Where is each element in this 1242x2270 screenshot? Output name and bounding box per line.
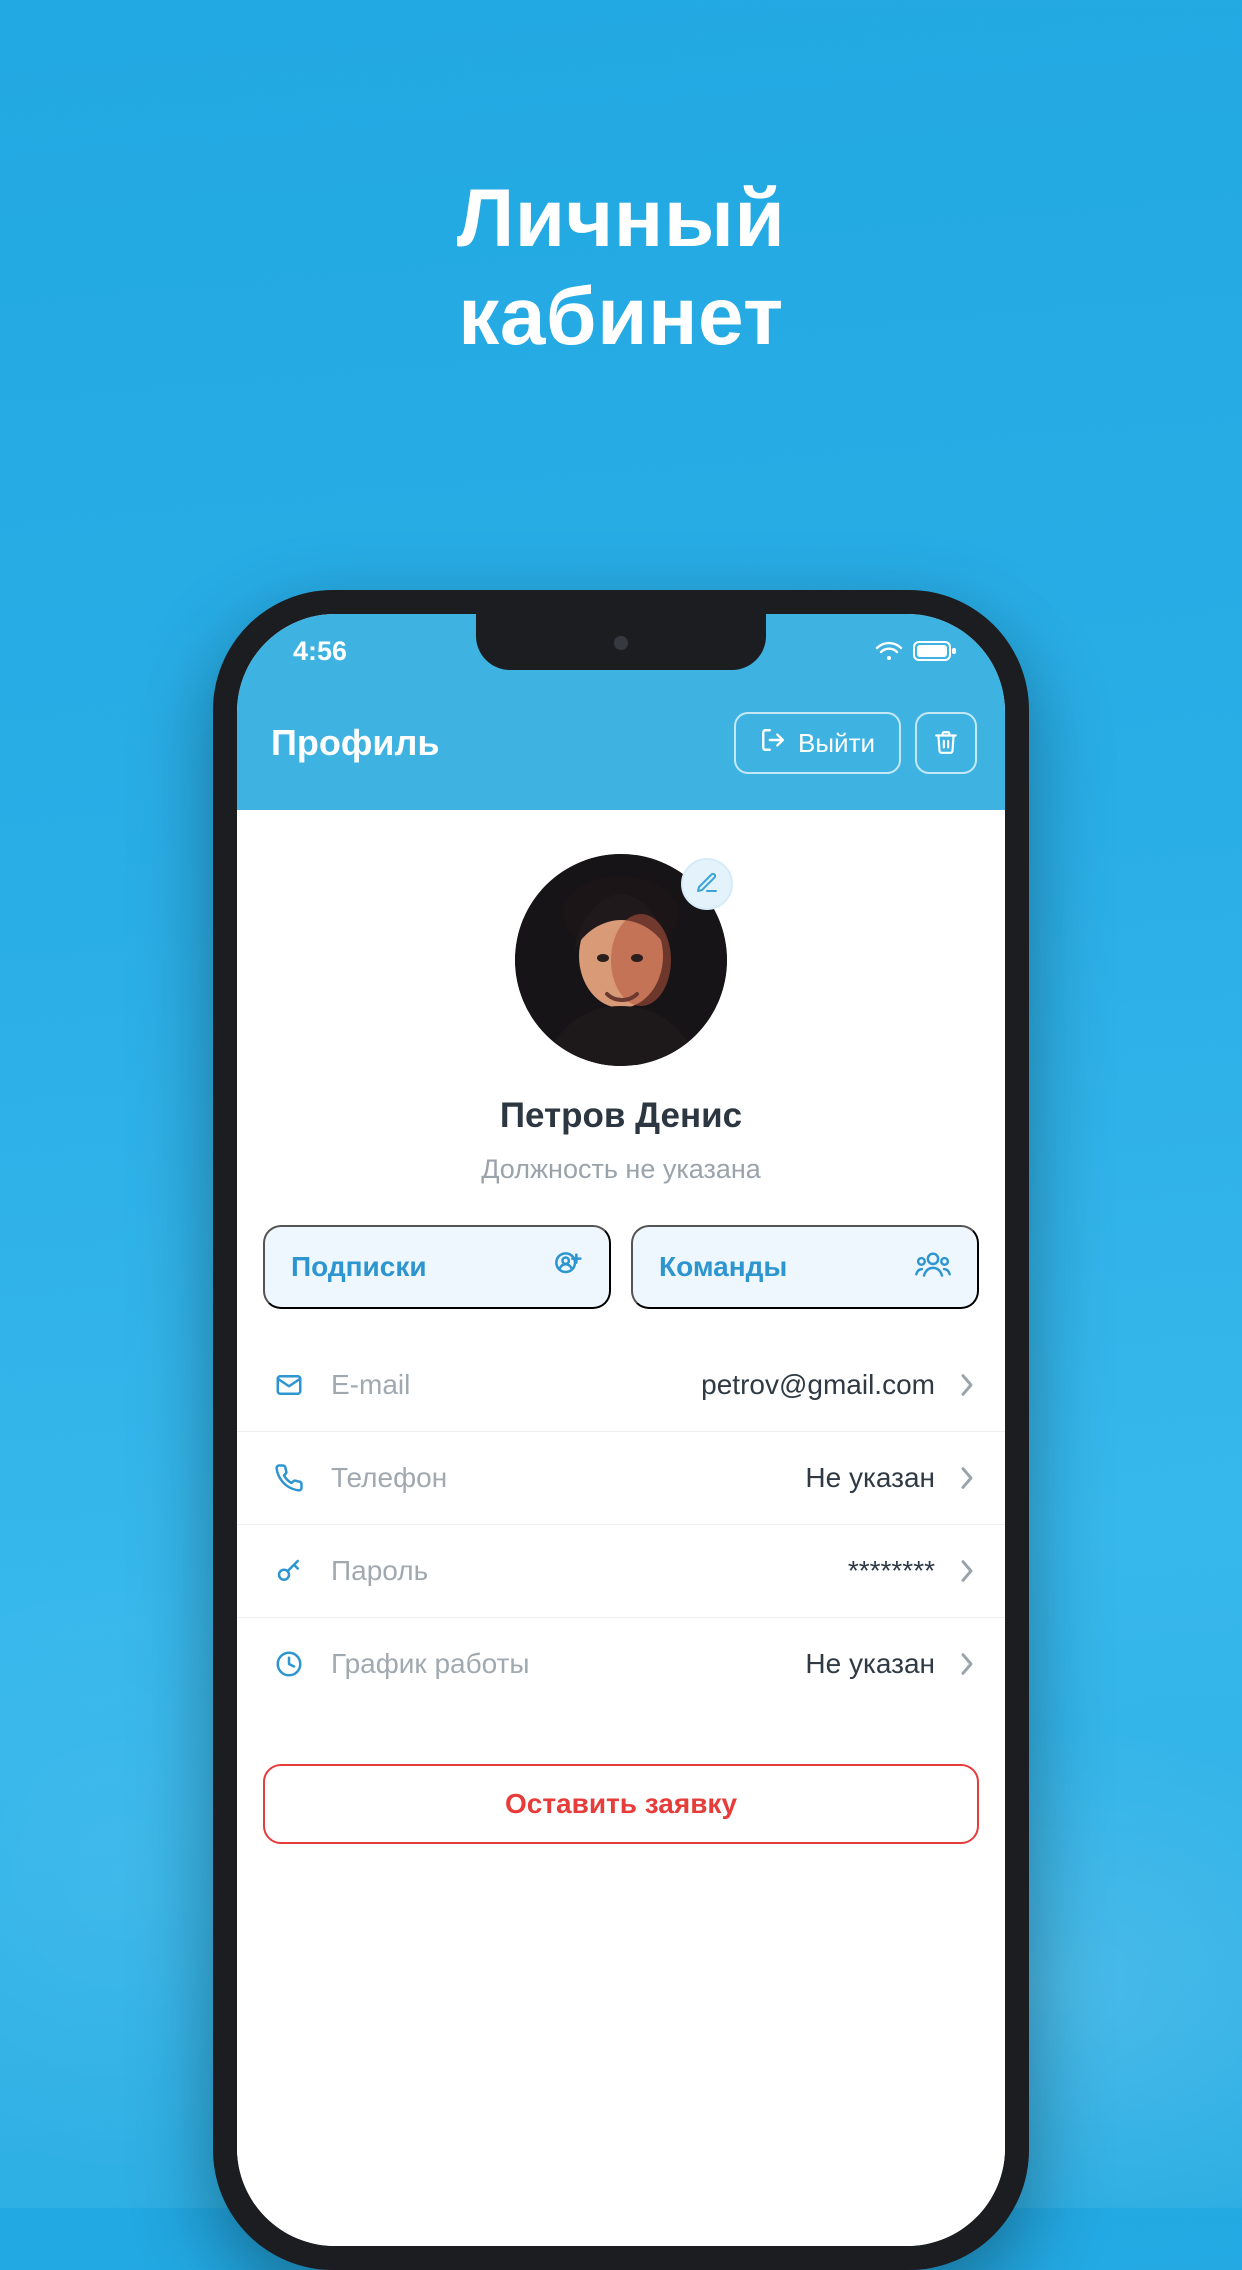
phone-notch [476,614,766,670]
phone-icon [267,1463,311,1493]
password-label: Пароль [331,1555,428,1587]
marketing-line-1: Личный [0,170,1242,268]
phone-value: Не указан [805,1462,935,1494]
teams-label: Команды [659,1251,787,1283]
chevron-right-icon [959,1652,975,1676]
email-value: petrov@gmail.com [701,1369,935,1401]
subscriptions-chip[interactable]: Подписки [263,1225,611,1309]
submit-request-button[interactable]: Оставить заявку [263,1764,979,1844]
submit-request-label: Оставить заявку [505,1788,737,1820]
chevron-right-icon [959,1559,975,1583]
edit-avatar-button[interactable] [681,858,733,910]
password-value: ******** [848,1555,935,1587]
schedule-row[interactable]: График работы Не указан [237,1618,1005,1710]
clock-icon [267,1649,311,1679]
phone-device-frame: 4:56 П [213,590,1029,2270]
avatar-container [515,854,727,1066]
logout-icon [760,727,786,760]
app-header: Профиль Выйти [237,688,1005,810]
chevron-right-icon [959,1373,975,1397]
battery-icon [913,640,957,662]
status-time: 4:56 [293,636,347,667]
phone-row[interactable]: Телефон Не указан [237,1432,1005,1525]
email-label: E-mail [331,1369,410,1401]
profile-details-list: E-mail petrov@gmail.com Телефон Не указа… [237,1339,1005,1710]
page-title: Профиль [271,722,440,764]
teams-chip[interactable]: Команды [631,1225,979,1309]
user-name: Петров Денис [237,1096,1005,1136]
wifi-icon [875,640,903,662]
email-icon [267,1370,311,1400]
delete-account-button[interactable] [915,712,977,774]
pencil-icon [695,871,719,898]
marketing-line-2: кабинет [0,268,1242,366]
key-icon [267,1556,311,1586]
schedule-value: Не указан [805,1648,935,1680]
subscriptions-label: Подписки [291,1251,427,1283]
logout-label: Выйти [798,728,875,759]
phone-label: Телефон [331,1462,447,1494]
user-subtitle: Должность не указана [237,1154,1005,1185]
schedule-label: График работы [331,1648,530,1680]
logout-button[interactable]: Выйти [734,712,901,774]
password-row[interactable]: Пароль ******** [237,1525,1005,1618]
marketing-headline: Личный кабинет [0,170,1242,367]
add-person-icon [551,1248,583,1287]
email-row[interactable]: E-mail petrov@gmail.com [237,1339,1005,1432]
trash-icon [933,729,959,758]
people-icon [915,1249,951,1286]
chevron-right-icon [959,1466,975,1490]
